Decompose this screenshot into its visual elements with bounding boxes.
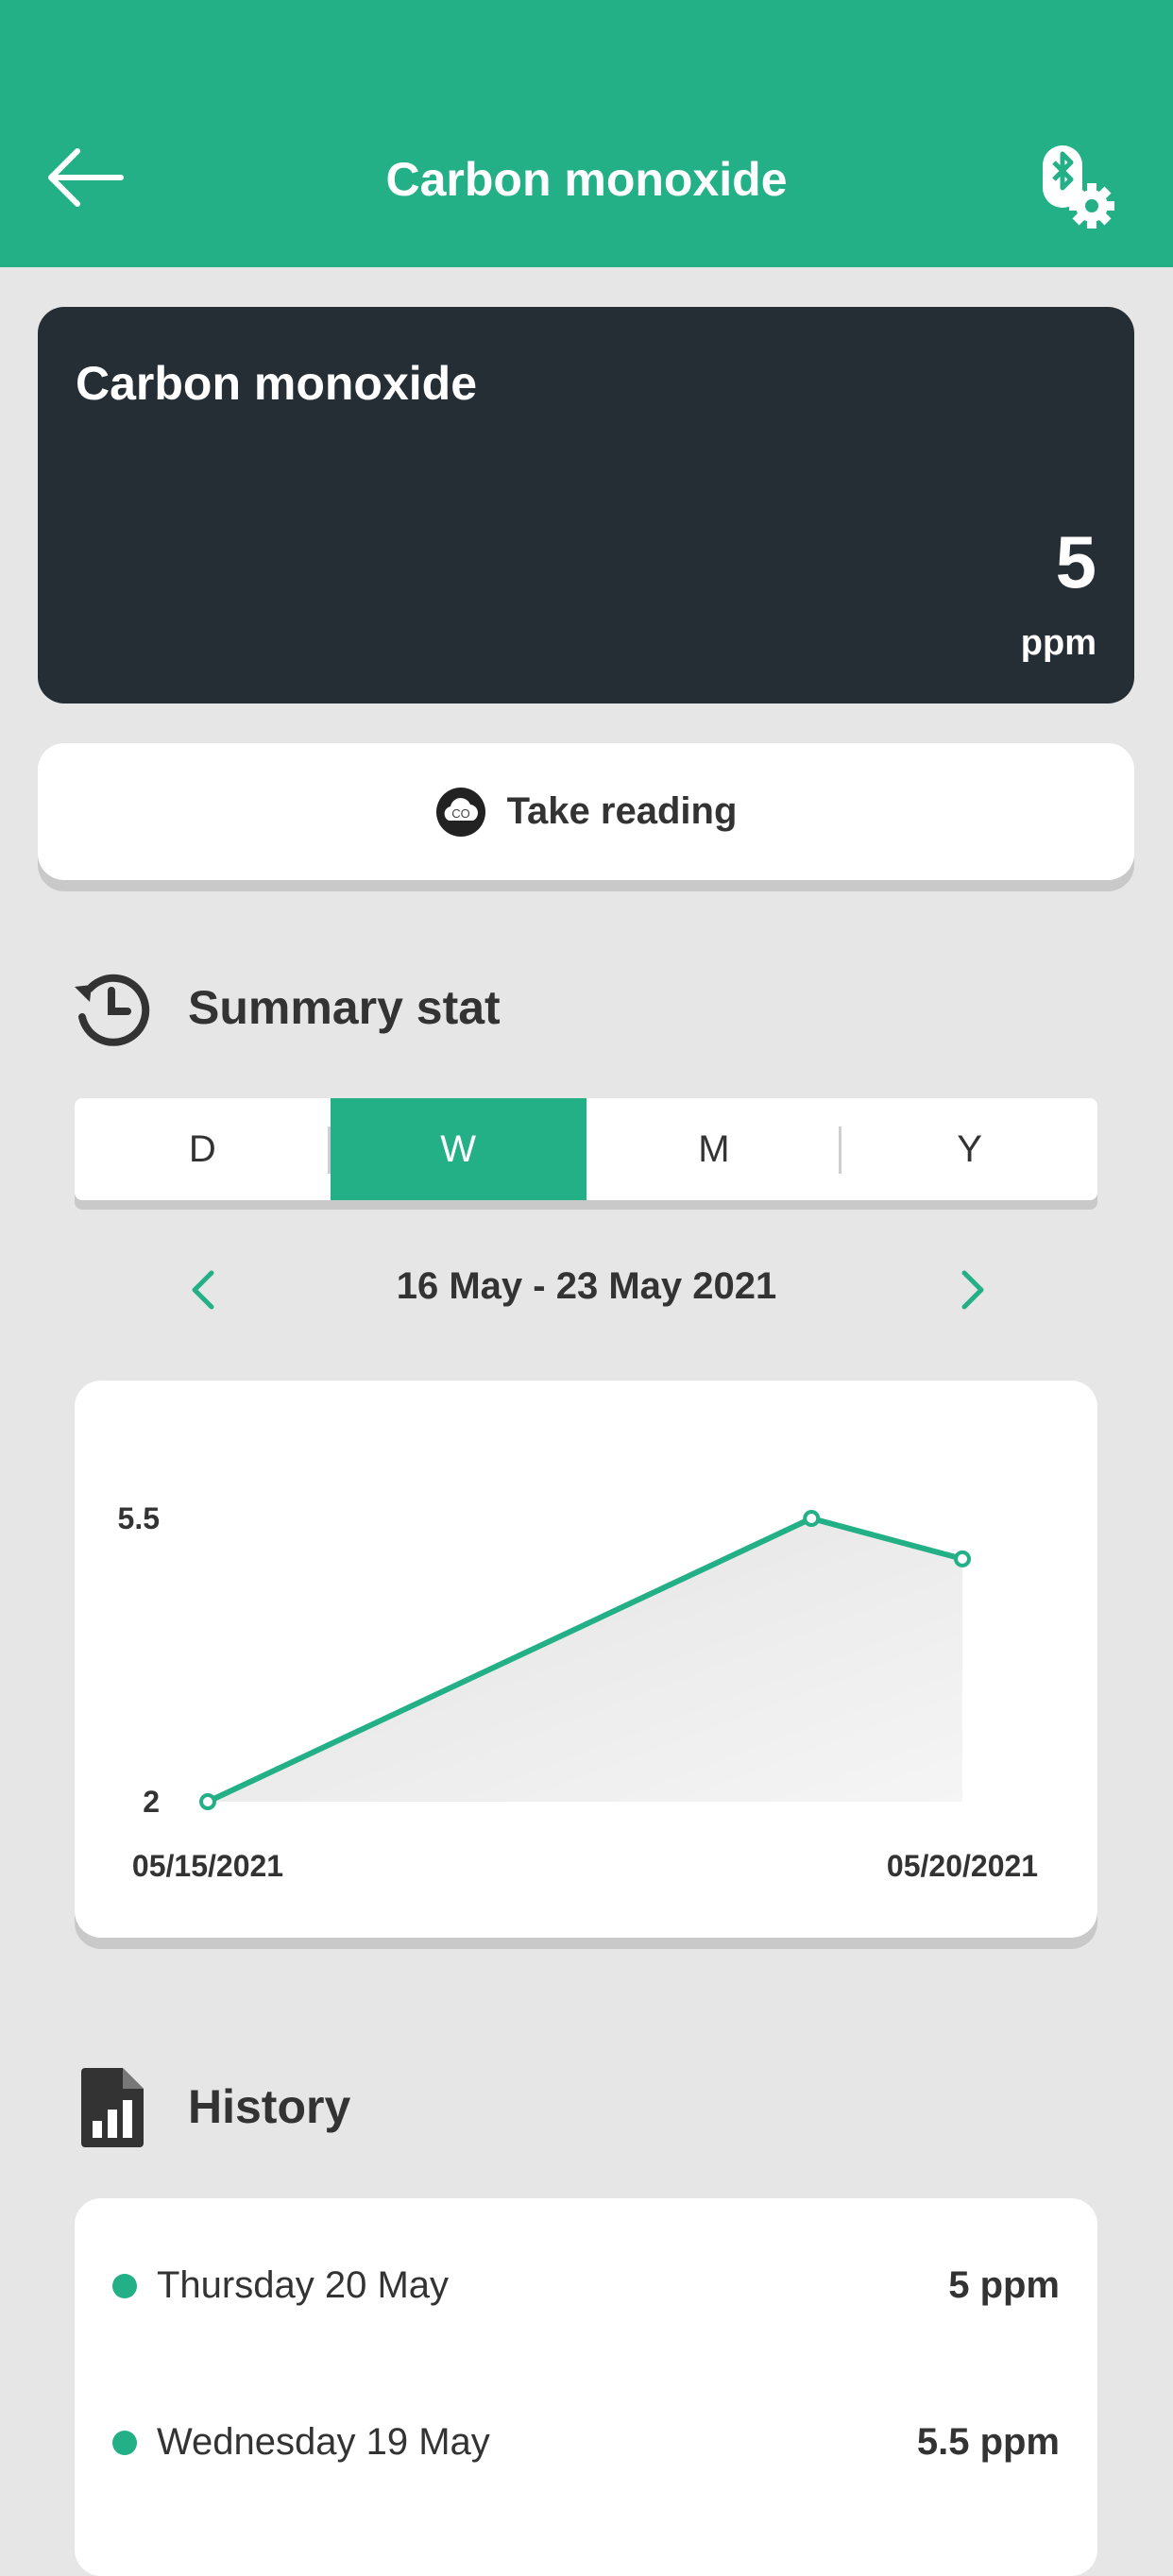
summary-title: Summary stat — [188, 981, 501, 1034]
tab-year[interactable]: Y — [842, 1098, 1097, 1200]
co-icon-text: CO — [451, 806, 470, 821]
reading-card-title: Carbon monoxide — [76, 357, 478, 410]
history-clock-icon — [71, 968, 152, 1049]
history-value: 5.5 ppm — [916, 2421, 1060, 2463]
summary-chart-card: 2 5.5 05/15/2021 05/20/2021 — [75, 1381, 1097, 1938]
summary-line-chart: 2 5.5 05/15/2021 05/20/2021 — [118, 1501, 1039, 1883]
co-cloud-icon: CO — [435, 787, 485, 837]
bluetooth-settings-button[interactable] — [1029, 140, 1124, 234]
take-reading-label: Take reading — [506, 790, 738, 832]
bluetooth-settings-icon — [1043, 145, 1114, 229]
status-dot — [112, 2274, 137, 2298]
tab-week-label: W — [440, 1127, 476, 1170]
history-date: Wednesday 19 May — [157, 2421, 490, 2463]
history-date: Thursday 20 May — [157, 2264, 450, 2306]
tab-month[interactable]: M — [586, 1098, 842, 1200]
list-item[interactable]: Thursday 20 May 5 ppm — [75, 2247, 1097, 2323]
chart-data-point — [803, 1510, 821, 1527]
tab-month-label: M — [698, 1127, 730, 1170]
chart-area-fill — [208, 1518, 962, 1802]
report-chart-icon — [81, 2068, 144, 2147]
y-tick-label: 5.5 — [118, 1501, 160, 1535]
page-title: Carbon monoxide — [385, 153, 788, 206]
x-tick-label: 05/20/2021 — [887, 1849, 1038, 1883]
history-list: Thursday 20 May 5 ppm Wednesday 19 May 5… — [75, 2198, 1097, 2576]
date-range-label: 16 May - 23 May 2021 — [396, 1265, 777, 1307]
history-value: 5 ppm — [948, 2264, 1060, 2306]
current-reading-card: Carbon monoxide 5 ppm — [38, 307, 1134, 703]
app-header: Carbon monoxide — [0, 0, 1173, 267]
chart-data-point — [199, 1793, 216, 1810]
take-reading-button[interactable]: CO Take reading — [38, 743, 1134, 880]
date-range-navigator: 16 May - 23 May 2021 — [0, 1256, 1173, 1322]
reading-unit: ppm — [1020, 623, 1096, 663]
y-tick-label: 2 — [143, 1785, 160, 1819]
tab-day[interactable]: D — [75, 1098, 331, 1200]
next-period-button[interactable] — [949, 1263, 996, 1316]
chevron-right-icon — [961, 1270, 984, 1310]
chart-data-point — [954, 1550, 971, 1568]
period-selector: D W M Y — [75, 1098, 1097, 1200]
tab-day-label: D — [188, 1127, 216, 1170]
list-item[interactable]: Wednesday 19 May 5.5 ppm — [75, 2404, 1097, 2480]
tab-week[interactable]: W — [330, 1098, 586, 1200]
x-tick-label: 05/15/2021 — [132, 1849, 283, 1883]
tab-year-label: Y — [957, 1127, 982, 1170]
reading-value: 5 — [1055, 520, 1096, 603]
status-dot — [112, 2431, 137, 2455]
history-title: History — [188, 2080, 351, 2133]
